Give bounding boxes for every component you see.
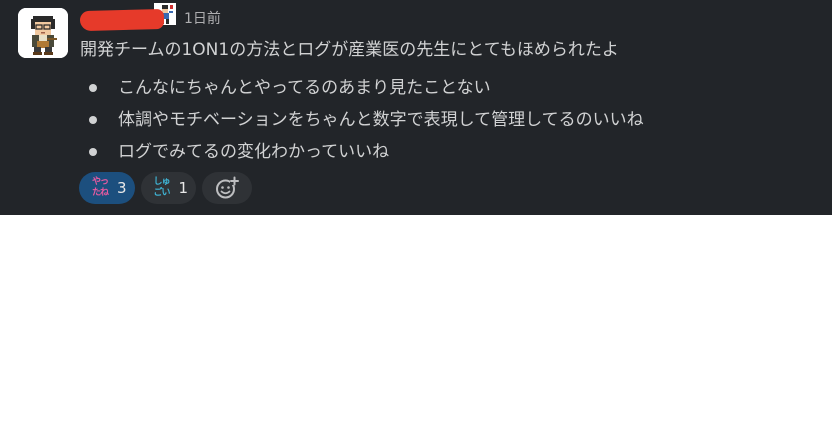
bullet-item: ログでみてるの変化わかっていいね bbox=[80, 139, 644, 171]
bullet-list: こんなにちゃんとやってるのあまり見たことない 体調やモチベーションをちゃんと数字… bbox=[80, 75, 644, 171]
message-container: 1日前 開発チームの1ON1の方法とログが産業医の先生にとてもほめられたよ こん… bbox=[0, 0, 832, 215]
reaction-shugoi[interactable]: しゅ ごい 1 bbox=[140, 172, 197, 204]
yattane-emoji-icon: やっ たね bbox=[88, 176, 112, 200]
emoji-text-line1: しゅ bbox=[153, 177, 171, 187]
bullet-item: こんなにちゃんとやってるのあまり見たことない bbox=[80, 75, 644, 107]
timestamp[interactable]: 1日前 bbox=[184, 8, 221, 28]
add-reaction-button[interactable] bbox=[202, 172, 253, 204]
pixel-avatar-icon bbox=[18, 8, 68, 58]
bullet-item: 体調やモチベーションをちゃんと数字で表現して管理してるのいいね bbox=[80, 107, 644, 139]
add-reaction-icon bbox=[216, 176, 240, 199]
reactions-bar: やっ たね 3 しゅ ごい 1 bbox=[79, 172, 253, 204]
reaction-count: 3 bbox=[117, 179, 127, 197]
shugoi-emoji-icon: しゅ ごい bbox=[150, 176, 174, 200]
redacted-username bbox=[79, 8, 165, 32]
emoji-text-line1: やっ bbox=[91, 177, 109, 187]
emoji-text-line2: たね bbox=[91, 188, 109, 198]
avatar[interactable] bbox=[18, 8, 68, 58]
message-text: 開発チームの1ON1の方法とログが産業医の先生にとてもほめられたよ bbox=[80, 40, 619, 60]
emoji-text-line2: ごい bbox=[153, 188, 171, 198]
message-header: 1日前 bbox=[79, 3, 221, 32]
reaction-count: 1 bbox=[178, 179, 189, 197]
reaction-yattane[interactable]: やっ たね 3 bbox=[79, 172, 135, 204]
